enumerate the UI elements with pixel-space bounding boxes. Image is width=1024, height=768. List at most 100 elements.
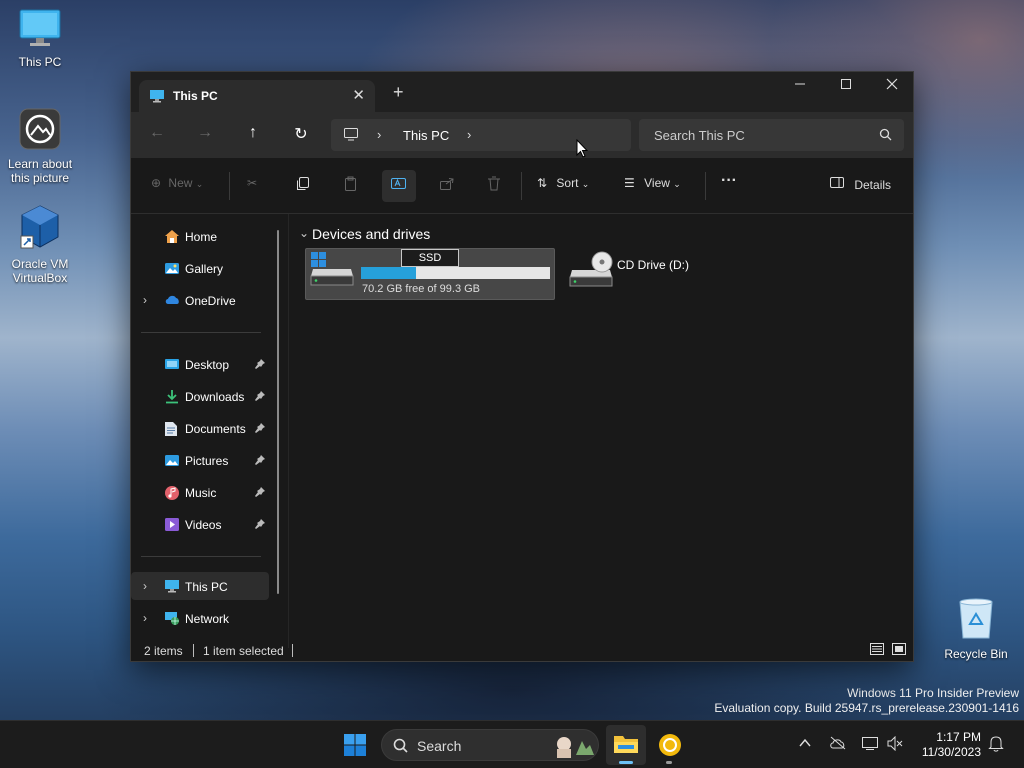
sidebar-item-label: Videos [185,518,222,532]
desktop-icon-this-pc[interactable]: This PC [0,8,80,69]
minimize-button[interactable] [777,72,823,102]
taskbar-search[interactable]: Search [381,729,599,761]
desktop-icon-label: Oracle VM VirtualBox [11,257,69,285]
cloud-off-icon[interactable] [829,736,847,753]
paste-icon[interactable] [343,176,358,198]
view-button-label: View [644,176,670,190]
download-icon [164,389,180,407]
recycle-bin-icon [956,596,996,643]
forward-button[interactable]: → [193,124,217,146]
chevron-down-icon[interactable]: ⌄ [299,226,309,240]
drive-label: CD Drive (D:) [617,258,689,272]
notification-bell-icon[interactable] [988,735,1004,755]
cut-icon[interactable]: ✂ [247,176,257,198]
chevron-right-icon[interactable]: › [143,579,147,593]
taskbar-browser[interactable] [650,725,690,765]
copy-icon[interactable] [295,176,310,198]
desktop-icon-learn-about-picture[interactable]: Learn about this picture [0,108,80,185]
view-button[interactable]: ☰ View ⌄ [624,176,681,198]
display-icon[interactable] [861,736,879,754]
close-window-button[interactable] [869,72,915,102]
drive-free-space: 70.2 GB free of 99.3 GB [362,283,481,295]
refresh-button[interactable]: ↻ [289,124,313,146]
sidebar-item-onedrive[interactable]: › OneDrive [131,286,269,314]
sidebar-item-this-pc[interactable]: › This PC [131,572,269,600]
pin-icon[interactable] [255,358,265,372]
pin-icon[interactable] [255,518,265,532]
sidebar-item-label: Desktop [185,358,230,372]
pin-icon[interactable] [255,390,265,404]
drive-tile-d[interactable]: CD Drive (D:) [565,248,745,300]
gallery-icon [164,261,180,279]
chevron-right-icon[interactable]: › [143,293,147,307]
desktop-icon-label: Learn about this picture [7,157,73,185]
sidebar-item-downloads[interactable]: Downloads [131,382,269,410]
drive-tile-c[interactable]: 70.2 GB free of 99.3 GB SSD [305,248,555,300]
sidebar-item-desktop[interactable]: Desktop [131,350,269,378]
chevron-right-icon[interactable]: › [377,127,381,142]
sidebar-item-music[interactable]: Music [131,478,269,506]
details-button[interactable]: Details [829,176,891,198]
share-icon[interactable] [439,176,455,198]
new-tab-button[interactable]: + [393,83,404,101]
sidebar-item-network[interactable]: › Network [131,604,269,632]
sidebar-item-home[interactable]: Home [131,222,269,250]
sidebar-item-documents[interactable]: Documents [131,414,269,442]
search-box[interactable]: Search This PC [639,119,904,151]
close-tab-icon[interactable]: ✕ [352,86,365,104]
file-explorer-window: This PC ✕ + ← → ↑ ↻ › This PC › Search T… [130,71,914,662]
cd-drive-icon [569,250,615,291]
sort-button-label: Sort [556,176,579,190]
pin-icon[interactable] [255,454,265,468]
sidebar-item-pictures[interactable]: Pictures [131,446,269,474]
navigation-bar: ← → ↑ ↻ › This PC › Search This PC [131,112,913,158]
pictures-icon [164,453,180,471]
drive-usage-bar [361,267,550,279]
add-circle-icon: ⊕ [151,176,162,190]
maximize-button[interactable] [823,72,869,102]
sidebar-scrollbar[interactable] [277,230,279,594]
delete-icon[interactable] [487,176,501,198]
taskbar-file-explorer[interactable] [606,725,646,765]
pin-icon[interactable] [255,486,265,500]
details-pane-icon [829,177,848,192]
title-bar[interactable]: This PC ✕ + [131,72,913,112]
search-highlight-icon [552,733,596,762]
rename-icon[interactable] [390,176,407,198]
pin-icon[interactable] [255,422,265,436]
chevron-right-icon[interactable]: › [143,611,147,625]
sidebar-item-label: This PC [185,580,228,594]
chevron-right-icon[interactable]: › [467,127,471,142]
monitor-icon [149,89,165,106]
desktop-icon-recycle-bin[interactable]: Recycle Bin [940,596,1012,661]
tab-this-pc[interactable]: This PC ✕ [139,80,375,112]
details-view-icon[interactable] [869,642,885,659]
virtualbox-icon [0,204,80,253]
back-button[interactable]: ← [145,124,169,146]
taskbar-search-placeholder: Search [417,738,462,754]
new-button[interactable]: ⊕ New ⌄ [151,176,203,198]
sidebar-item-label: Documents [185,422,246,436]
status-divider [292,644,293,657]
volume-muted-icon[interactable] [887,735,903,754]
up-button[interactable]: ↑ [241,124,265,146]
sidebar-item-label: Downloads [185,390,245,404]
sidebar-item-videos[interactable]: Videos [131,510,269,538]
chevron-down-icon: ⌄ [195,179,204,189]
breadcrumb-this-pc[interactable]: This PC [403,128,449,143]
chevron-up-icon[interactable] [799,737,811,751]
pane-splitter[interactable] [288,214,289,648]
clock[interactable]: 1:17 PM 11/30/2023 [922,730,981,760]
group-header[interactable]: Devices and drives [312,226,430,242]
start-icon[interactable] [343,733,367,760]
monitor-icon [164,579,180,596]
sort-button[interactable]: ⇅ Sort ⌄ [537,176,589,198]
desktop-icon-virtualbox[interactable]: Oracle VM VirtualBox [0,204,80,285]
monitor-icon [0,8,80,51]
more-options-icon[interactable]: ··· [721,172,737,194]
windows-watermark: Windows 11 Pro Insider Preview Evaluatio… [714,686,1019,716]
tiles-view-icon[interactable] [891,642,907,659]
item-count: 2 items [144,644,183,658]
navigation-pane: Home Gallery › OneDrive Desktop Download… [131,214,289,646]
sidebar-item-gallery[interactable]: Gallery [131,254,269,282]
